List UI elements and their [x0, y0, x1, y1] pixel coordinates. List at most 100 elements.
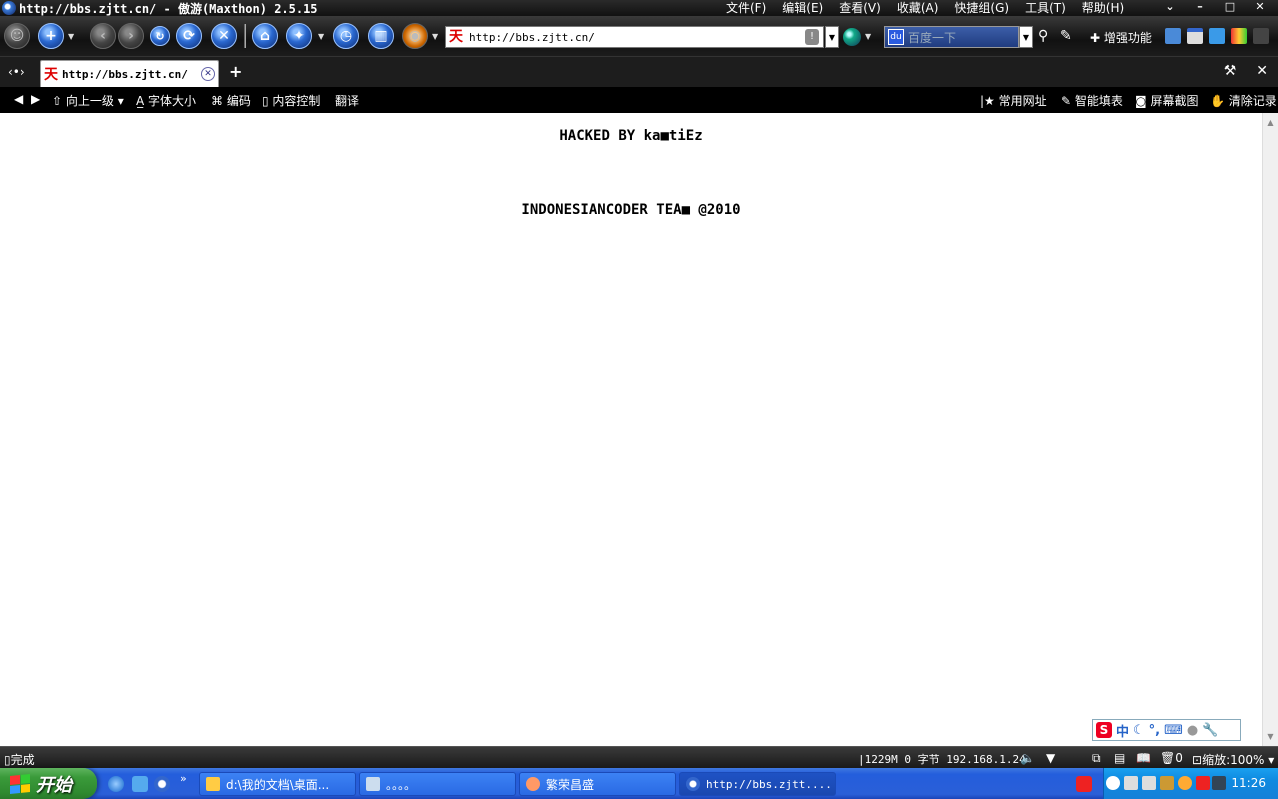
close-window-button[interactable]: ✕: [1246, 0, 1274, 14]
keyboard-icon[interactable]: ⌨: [1164, 723, 1183, 738]
baidu-icon[interactable]: du: [888, 29, 904, 45]
task-maxthon[interactable]: http://bbs.zjtt....: [679, 772, 836, 796]
punctuation-icon[interactable]: °,: [1149, 723, 1160, 738]
search-dropdown[interactable]: ▼: [1019, 26, 1033, 48]
chevron-down-icon[interactable]: ▼: [68, 32, 74, 41]
address-input[interactable]: http://bbs.zjtt.cn/: [469, 31, 595, 44]
sogou-icon[interactable]: S: [1096, 722, 1112, 738]
new-tab-button[interactable]: +: [38, 23, 64, 49]
clear-history-button[interactable]: ✋ 清除记录: [1210, 92, 1277, 109]
chevron-down-icon[interactable]: ▼: [432, 32, 438, 41]
stop-button[interactable]: ✕: [211, 23, 237, 49]
qq-icon: [526, 777, 540, 791]
antivirus-icon[interactable]: [1196, 776, 1210, 790]
menu-groups[interactable]: 快捷组(G): [946, 0, 1017, 16]
ime-mode[interactable]: 中: [1116, 721, 1129, 740]
user-icon[interactable]: ●: [1187, 723, 1198, 738]
refresh-button[interactable]: ⟳: [176, 23, 202, 49]
more-chevron-icon[interactable]: »: [180, 772, 187, 785]
page-icon[interactable]: ▤: [1114, 751, 1125, 765]
window-tile-icon[interactable]: ⧉: [1092, 751, 1101, 766]
home-button[interactable]: ⌂: [252, 23, 278, 49]
forward-button[interactable]: ›: [118, 23, 144, 49]
scroll-down-icon[interactable]: ▼: [1263, 729, 1278, 744]
menu-tools[interactable]: 工具(T): [1017, 0, 1074, 16]
content-control-button[interactable]: ▯ 内容控制: [262, 92, 320, 109]
close-icon[interactable]: ✕: [1256, 63, 1268, 79]
chevron-down-icon[interactable]: ▼: [318, 32, 324, 41]
close-tab-icon[interactable]: ✕: [201, 67, 215, 81]
skin-icon[interactable]: [1231, 28, 1247, 44]
back-arrow-icon[interactable]: ◀: [14, 92, 23, 106]
ad-hunter-button[interactable]: ◉: [402, 23, 428, 49]
zoom-control[interactable]: ⊡缩放:100% ▾: [1192, 751, 1274, 768]
qq-tray-icon[interactable]: [1178, 776, 1192, 790]
menu-file[interactable]: 文件(F): [718, 0, 774, 16]
secondary-toolbar: ◀ ▶ ⇧ 向上一级 ▾ A̲ 字体大小 ⌘ 编码 ▯ 内容控制 翻译 |★ 常…: [0, 87, 1278, 113]
up-level-button[interactable]: ⇧ 向上一级 ▾: [52, 92, 124, 109]
autofill-button[interactable]: ✎ 智能填表: [1061, 92, 1123, 109]
tray-expand-icon[interactable]: [1106, 776, 1120, 790]
note-icon[interactable]: [1209, 28, 1225, 44]
start-button[interactable]: 开始: [0, 768, 97, 799]
window-icon[interactable]: [1187, 28, 1203, 44]
font-size-button[interactable]: A̲ 字体大小: [136, 92, 196, 109]
split-view-button[interactable]: ▥: [368, 23, 394, 49]
task-qq[interactable]: 繁荣昌盛: [519, 772, 676, 796]
plugin-icons: [1165, 28, 1269, 44]
sogou-tray-icon[interactable]: [1076, 776, 1092, 792]
back-button[interactable]: ‹: [90, 23, 116, 49]
book-icon[interactable]: 📖: [1136, 751, 1151, 765]
trash-icon[interactable]: 🗑0: [1160, 751, 1183, 765]
add-favorite-button[interactable]: ✦: [286, 23, 312, 49]
maxthon-quicklaunch-icon[interactable]: [154, 776, 170, 792]
search-input[interactable]: 百度一下: [908, 29, 956, 46]
menu-view[interactable]: 查看(V): [831, 0, 889, 16]
add-tab-button[interactable]: +: [229, 62, 242, 81]
menu-favorites[interactable]: 收藏(A): [889, 0, 947, 16]
screenshot-button[interactable]: ◙ 屏幕截图: [1135, 92, 1198, 109]
search-box[interactable]: du 百度一下: [884, 26, 1019, 48]
window-title: http://bbs.zjtt.cn/ - 傲游(Maxthon) 2.5.15: [19, 1, 318, 16]
clock[interactable]: 11:26: [1231, 776, 1266, 790]
media-icon[interactable]: [132, 776, 148, 792]
ie-icon[interactable]: [108, 776, 124, 792]
plugin-icon[interactable]: [1165, 28, 1181, 44]
encoding-button[interactable]: ⌘ 编码: [211, 92, 251, 109]
tab-active[interactable]: 天 http://bbs.zjtt.cn/ ✕: [40, 60, 219, 87]
network-icon[interactable]: [1160, 776, 1174, 790]
history-button[interactable]: ◷: [333, 23, 359, 49]
scroll-up-icon[interactable]: ▲: [1263, 115, 1278, 130]
task-chat[interactable]: 。。。。: [359, 772, 516, 796]
globe-icon[interactable]: [843, 28, 861, 46]
forward-arrow-icon[interactable]: ▶: [31, 92, 40, 106]
usb-icon[interactable]: [1124, 776, 1138, 790]
menu-edit[interactable]: 编辑(E): [774, 0, 831, 16]
tab-nav-icon[interactable]: ‹•›: [8, 65, 25, 79]
usb-icon[interactable]: [1142, 776, 1156, 790]
more-icon[interactable]: [1253, 28, 1269, 44]
address-bar[interactable]: 天 http://bbs.zjtt.cn/ !: [445, 26, 824, 48]
favorites-button[interactable]: |★ 常用网址: [980, 92, 1047, 109]
translate-button[interactable]: 翻译: [335, 92, 359, 109]
search-icon[interactable]: ⚲: [1038, 28, 1048, 44]
address-dropdown[interactable]: ▼: [825, 26, 839, 48]
chevron-down-icon[interactable]: ▼: [865, 32, 871, 41]
chevron-down-icon[interactable]: ⌄: [1156, 0, 1184, 14]
moon-icon[interactable]: ☾: [1133, 723, 1145, 738]
menu-help[interactable]: 帮助(H): [1074, 0, 1132, 16]
task-explorer[interactable]: d:\我的文档\桌面...: [199, 772, 356, 796]
refresh-small-icon[interactable]: ↻: [150, 26, 170, 46]
shield-icon[interactable]: !: [805, 29, 819, 45]
chevron-down-icon[interactable]: ▼: [1046, 751, 1055, 765]
monitor-icon[interactable]: [1212, 776, 1226, 790]
enhance-button[interactable]: ✚ 增强功能: [1090, 29, 1152, 46]
maximize-button[interactable]: □: [1216, 0, 1244, 14]
wrench-icon[interactable]: 🔧: [1202, 723, 1218, 738]
speaker-icon[interactable]: 🔈: [1020, 751, 1035, 765]
pen-icon[interactable]: ✎: [1060, 28, 1072, 44]
user-icon[interactable]: ☺: [4, 23, 30, 49]
wrench-icon[interactable]: ⚒: [1224, 63, 1237, 79]
vertical-scrollbar[interactable]: ▲ ▼: [1262, 113, 1278, 746]
minimize-button[interactable]: –: [1186, 0, 1214, 14]
